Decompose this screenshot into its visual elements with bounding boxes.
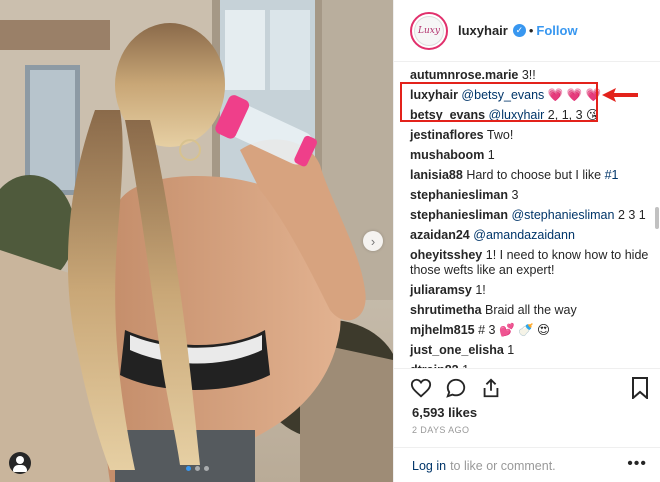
comment-username[interactable]: betsy_evans [410,108,485,122]
carousel-dot [186,466,191,471]
follow-button[interactable]: Follow [536,23,577,38]
comment-username[interactable]: stephaniesliman [410,208,508,222]
verified-badge-icon: ✓ [512,24,526,37]
comment-mention-link[interactable]: #1 [605,168,619,182]
comment-row: lanisia88 Hard to choose but I like #1 [410,168,651,183]
header-separator: • [528,23,534,38]
comment-text: 3!! [521,68,536,82]
comment-row: oheyitsshey 1! I need to know how to hid… [410,248,651,278]
comment-text: 2, 1, 3 😘 [547,108,600,122]
comment-mention-link[interactable]: @luxyhair [489,108,545,122]
comment-username[interactable]: shrutimetha [410,303,482,317]
post-photo[interactable]: › [0,0,393,482]
carousel-dots [186,466,209,471]
bookmark-icon[interactable] [631,377,649,404]
carousel-dot [195,466,200,471]
comment-row: azaidan24 @amandazaidann [410,228,651,243]
tagged-user-icon[interactable] [9,452,31,474]
comment-row: juliaramsy 1! [410,283,651,298]
comment-text: 1 [487,148,495,162]
share-icon[interactable] [480,377,502,399]
comment-username[interactable]: autumnrose.marie [410,68,518,82]
comment-row: stephaniesliman 3 [410,188,651,203]
comment-text: 3 [511,188,519,202]
highlight-arrow-icon [602,88,638,102]
comment-mention-link[interactable]: @stephaniesliman [511,208,614,222]
login-link[interactable]: Log in [412,459,446,473]
comment-text: Hard to choose but I like [466,168,602,182]
comment-username[interactable]: juliaramsy [410,283,472,297]
comment-username[interactable]: mjhelm815 [410,323,475,337]
comment-username[interactable]: stephaniesliman [410,188,508,202]
comment-username[interactable]: luxyhair [410,88,458,102]
comment-row: stephaniesliman @stephaniesliman 2 3 1 [410,208,651,223]
comment-text: Two! [486,128,514,142]
comment-username[interactable]: jestinaflores [410,128,484,142]
comment-text: # 3 💕 🍼 😍 [478,323,551,337]
comment-row: autumnrose.marie 3!! [410,68,651,83]
post-date[interactable]: 2 DAYS AGO [412,425,469,435]
comment-text: 2 3 1 [617,208,646,222]
avatar-logo: Luxy [414,15,444,46]
comment-row: mushaboom 1 [410,148,651,163]
comment-row: jestinaflores Two! [410,128,651,143]
post-actions: 6,593 likes 2 DAYS AGO Log in to like or… [394,368,660,482]
heart-icon[interactable] [410,377,432,399]
comment-row: shrutimetha Braid all the way [410,303,651,318]
more-options-icon[interactable]: ••• [627,455,647,473]
action-icons [410,377,502,399]
post-header: Luxy luxyhair ✓ • Follow [394,0,660,62]
comment-list[interactable]: autumnrose.marie 3!! luxyhair @betsy_eva… [394,62,660,368]
likes-count[interactable]: 6,593 likes [412,405,477,420]
comment-username[interactable]: oheyitsshey [410,248,482,262]
carousel-dot [204,466,209,471]
next-photo-button[interactable]: › [363,231,383,251]
comment-mention-link[interactable]: @betsy_evans [461,88,544,102]
comment-username[interactable]: lanisia88 [410,168,463,182]
comment-text: 1 [507,343,515,357]
comment-icon[interactable] [445,377,467,399]
login-prompt: Log in to like or comment. [394,447,660,482]
comment-text: Braid all the way [485,303,577,317]
comment-username[interactable]: just_one_elisha [410,343,504,357]
comment-row: betsy_evans @luxyhair 2, 1, 3 😘 [410,108,651,123]
comment-row: just_one_elisha 1 [410,343,651,358]
avatar[interactable]: Luxy [410,11,448,50]
comment-text: 💗 💗 💗 [547,88,602,102]
comment-text: 1! [475,283,486,297]
username-link[interactable]: luxyhair [458,23,508,38]
post-sidebar: Luxy luxyhair ✓ • Follow autumnrose.mari… [393,0,660,482]
comment-username[interactable]: azaidan24 [410,228,470,242]
comment-row: mjhelm815 # 3 💕 🍼 😍 [410,323,651,338]
comment-scrollbar[interactable] [655,207,659,229]
login-suffix: to like or comment. [450,458,556,473]
comment-username[interactable]: mushaboom [410,148,484,162]
comment-mention-link[interactable]: @amandazaidann [473,228,575,242]
